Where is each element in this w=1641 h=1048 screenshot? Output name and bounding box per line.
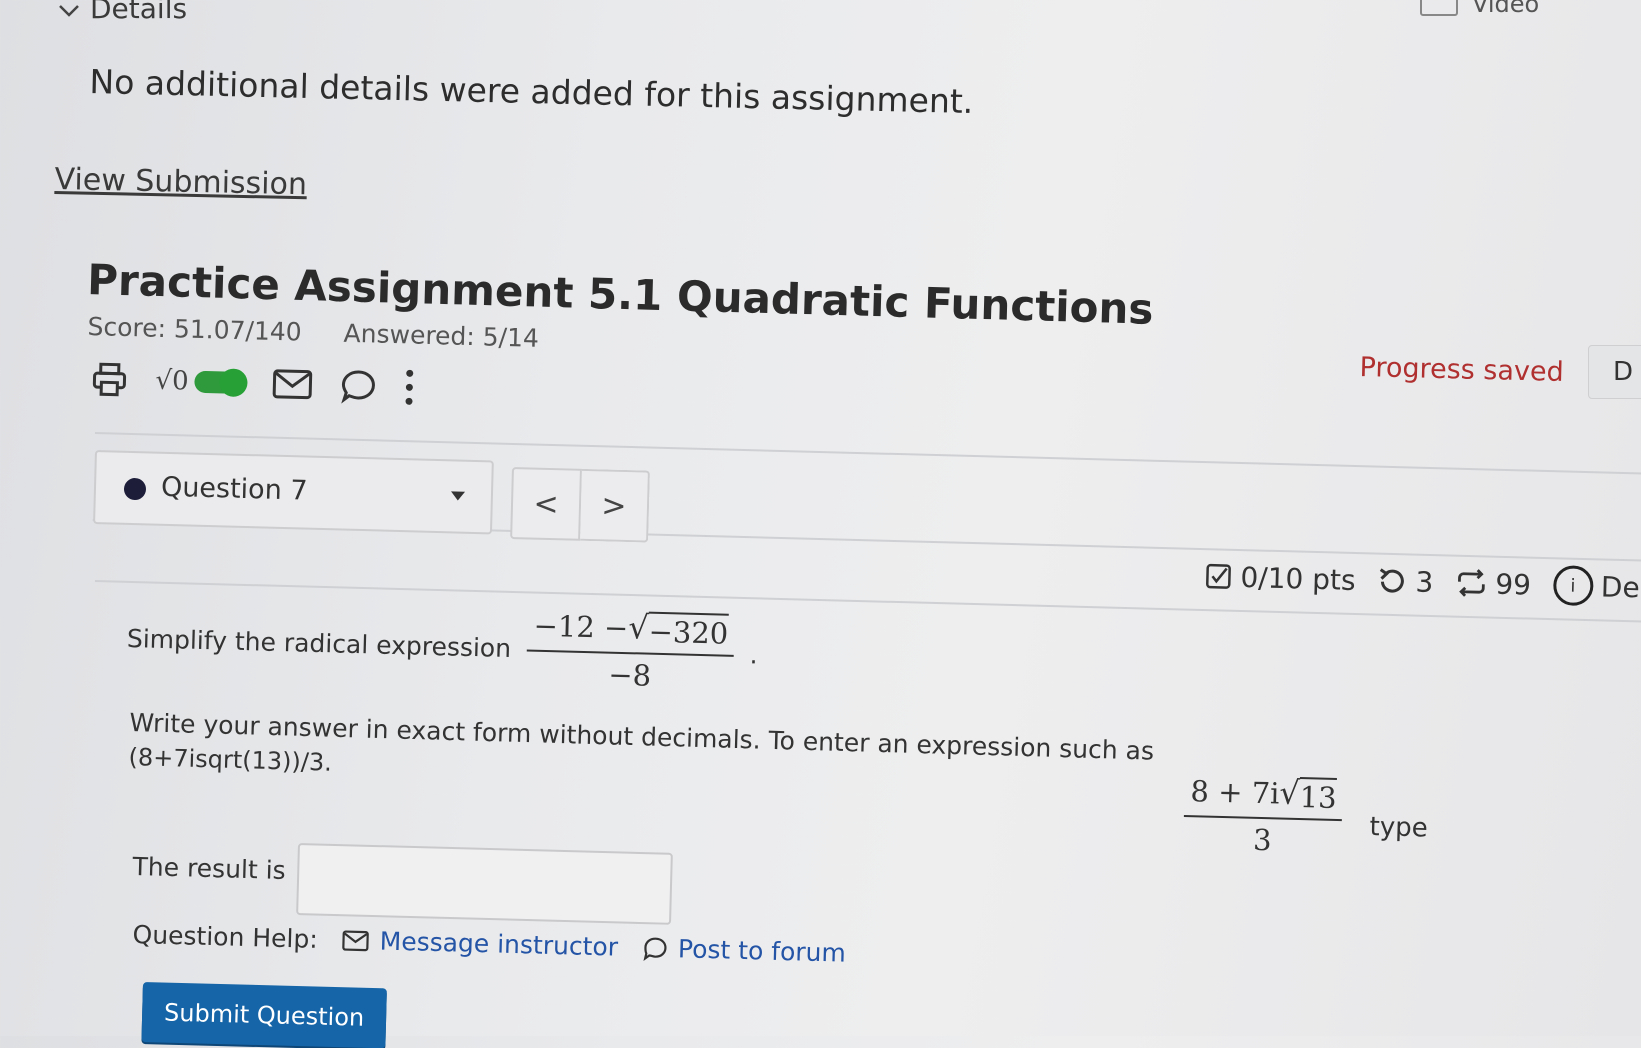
points-badge: 0/10 pts	[1204, 559, 1356, 596]
message-instructor-link[interactable]: Message instructor	[341, 925, 619, 962]
next-question-button[interactable]: >	[580, 468, 650, 543]
checkbox-icon	[1206, 563, 1231, 589]
assignment-toolbar: √0	[91, 360, 415, 406]
details-label: Details	[90, 0, 188, 25]
retries-badge: 3	[1377, 564, 1434, 598]
toggle-switch[interactable]	[194, 368, 248, 398]
submit-question-button[interactable]: Submit Question	[141, 982, 387, 1048]
more-icon[interactable]	[404, 368, 415, 406]
prev-question-button[interactable]: <	[510, 467, 582, 541]
d-button[interactable]: D	[1588, 345, 1641, 399]
question-help: Question Help: Message instructor Post t…	[132, 920, 846, 968]
repeat-icon	[1457, 569, 1485, 597]
question-stats: 0/10 pts 3 99 i De	[1204, 556, 1640, 607]
expr-radicand: −320	[648, 611, 729, 651]
chat-icon[interactable]	[340, 368, 377, 405]
expr-denominator: −8	[607, 657, 652, 693]
mail-icon	[342, 929, 370, 951]
video-button[interactable]: Video	[1420, 0, 1539, 18]
attempts-badge: 99	[1455, 566, 1531, 601]
post-to-forum-link[interactable]: Post to forum	[642, 933, 847, 968]
expr-numerator: −12 −	[533, 608, 629, 646]
view-submission-link[interactable]: View Submission	[54, 162, 307, 202]
question-selector-label: Question 7	[160, 471, 308, 507]
question-selector[interactable]: Question 7	[93, 450, 494, 535]
chat-icon	[643, 937, 667, 961]
expression-fraction: −12 − √ −320 −8	[526, 608, 735, 694]
details-toggle[interactable]: Details	[58, 0, 187, 25]
caret-down-icon	[450, 491, 466, 501]
answered-text: Answered: 5/14	[343, 318, 540, 353]
instructions: Write your answer in exact form without …	[128, 706, 1189, 804]
details-partial-label: De	[1600, 569, 1641, 604]
sqrt-symbol: √	[1278, 773, 1301, 813]
prompt-text: Simplify the radical expression	[126, 623, 512, 664]
sqrt-symbol: √	[627, 608, 650, 647]
post-to-forum-label: Post to forum	[677, 934, 847, 968]
info-icon: i	[1552, 565, 1594, 607]
question-prompt: Simplify the radical expression −12 − √ −…	[126, 598, 759, 695]
points-text: 0/10 pts	[1240, 560, 1356, 597]
question-status-dot	[123, 477, 147, 501]
example-denominator: 3	[1252, 822, 1273, 858]
type-label: type	[1369, 812, 1429, 844]
video-icon	[1420, 0, 1458, 16]
example-radicand: 13	[1299, 777, 1338, 815]
example-numerator: 8 + 7i	[1190, 774, 1280, 811]
printer-icon[interactable]	[91, 361, 128, 398]
video-label: Video	[1472, 0, 1540, 18]
mail-icon[interactable]	[272, 368, 313, 401]
chevron-down-icon	[58, 0, 80, 25]
example-fraction: 8 + 7i √ 13 3	[1183, 773, 1344, 859]
example-code: (8+7isqrt(13))/3.	[128, 742, 333, 777]
retries-count: 3	[1415, 565, 1434, 599]
help-label: Question Help:	[132, 920, 319, 954]
progress-saved-text: Progress saved	[1359, 352, 1565, 388]
attempts-count: 99	[1494, 567, 1532, 602]
question-nav: < >	[510, 467, 650, 543]
no-details-text: No additional details were added for thi…	[89, 62, 974, 122]
question-details-button[interactable]: i De	[1552, 565, 1640, 607]
answer-input[interactable]	[296, 843, 673, 925]
result-label: The result is	[132, 852, 287, 885]
score-text: Score: 51.07/140	[87, 312, 303, 347]
message-instructor-label: Message instructor	[379, 926, 619, 962]
assignment-meta: Score: 51.07/140 Answered: 5/14	[87, 312, 539, 353]
sqrt-icon: √0	[155, 365, 189, 397]
period: .	[749, 640, 759, 670]
undo-icon	[1379, 568, 1404, 593]
math-toggle[interactable]: √0	[155, 365, 248, 398]
